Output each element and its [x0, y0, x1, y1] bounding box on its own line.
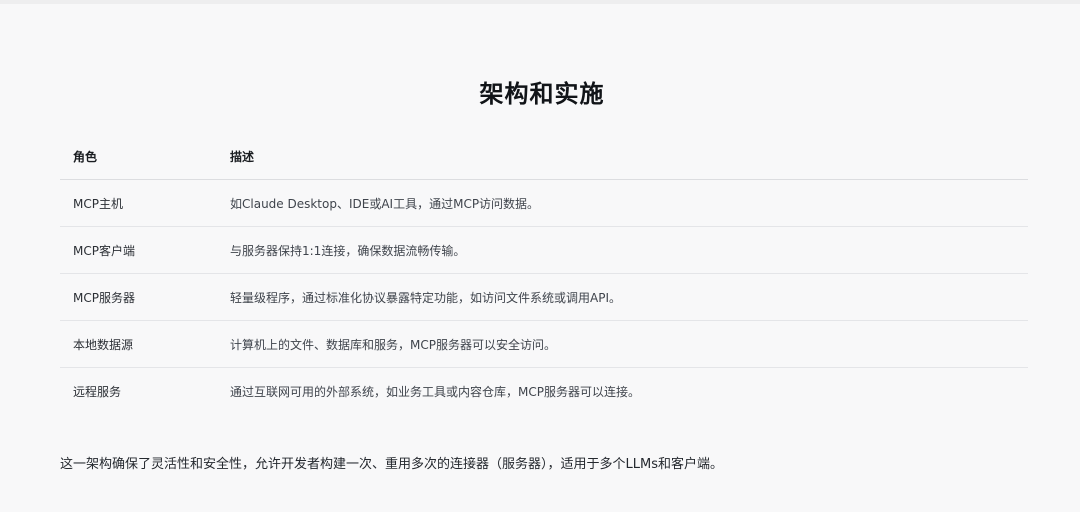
- description-cell: 轻量级程序，通过标准化协议暴露特定功能，如访问文件系统或调用API。: [217, 273, 1028, 321]
- table-row: 远程服务 通过互联网可用的外部系统，如业务工具或内容仓库，MCP服务器可以连接。: [60, 368, 1028, 415]
- description-cell: 如Claude Desktop、IDE或AI工具，通过MCP访问数据。: [217, 179, 1028, 227]
- table-header: 角色 描述: [60, 134, 1028, 180]
- column-header-role: 角色: [60, 134, 217, 180]
- description-cell: 计算机上的文件、数据库和服务，MCP服务器可以安全访问。: [217, 320, 1028, 368]
- page-title: 架构和实施: [479, 80, 605, 109]
- table-header-row: 角色 描述: [60, 134, 1028, 180]
- column-header-description: 描述: [217, 134, 1028, 180]
- role-cell: MCP服务器: [60, 273, 217, 321]
- description-cell: 通过互联网可用的外部系统，如业务工具或内容仓库，MCP服务器可以连接。: [230, 384, 640, 399]
- description-cell: 与服务器保持1:1连接，确保数据流畅传输。: [217, 226, 1028, 274]
- table-row: MCP客户端 与服务器保持1:1连接，确保数据流畅传输。: [60, 226, 1028, 274]
- article-page: 架构和实施 角色 描述 MCP主机 如Claude Desktop、IDE或AI…: [0, 0, 1080, 512]
- role-cell: 远程服务: [73, 384, 122, 399]
- role-cell: MCP客户端: [60, 226, 217, 274]
- table-row: 本地数据源 计算机上的文件、数据库和服务，MCP服务器可以安全访问。: [60, 320, 1028, 368]
- summary-paragraph: 这一架构确保了灵活性和安全性，允许开发者构建一次、重用多次的连接器（服务器），适…: [60, 457, 723, 472]
- top-divider: [0, 0, 1080, 4]
- table-body: MCP主机 如Claude Desktop、IDE或AI工具，通过MCP访问数据…: [60, 179, 1028, 415]
- table-row: MCP主机 如Claude Desktop、IDE或AI工具，通过MCP访问数据…: [60, 179, 1028, 227]
- role-cell: MCP主机: [60, 179, 217, 227]
- role-cell: 本地数据源: [60, 320, 217, 368]
- roles-table: 角色 描述 MCP主机 如Claude Desktop、IDE或AI工具，通过M…: [60, 134, 1028, 414]
- table-row: MCP服务器 轻量级程序，通过标准化协议暴露特定功能，如访问文件系统或调用API…: [60, 273, 1028, 321]
